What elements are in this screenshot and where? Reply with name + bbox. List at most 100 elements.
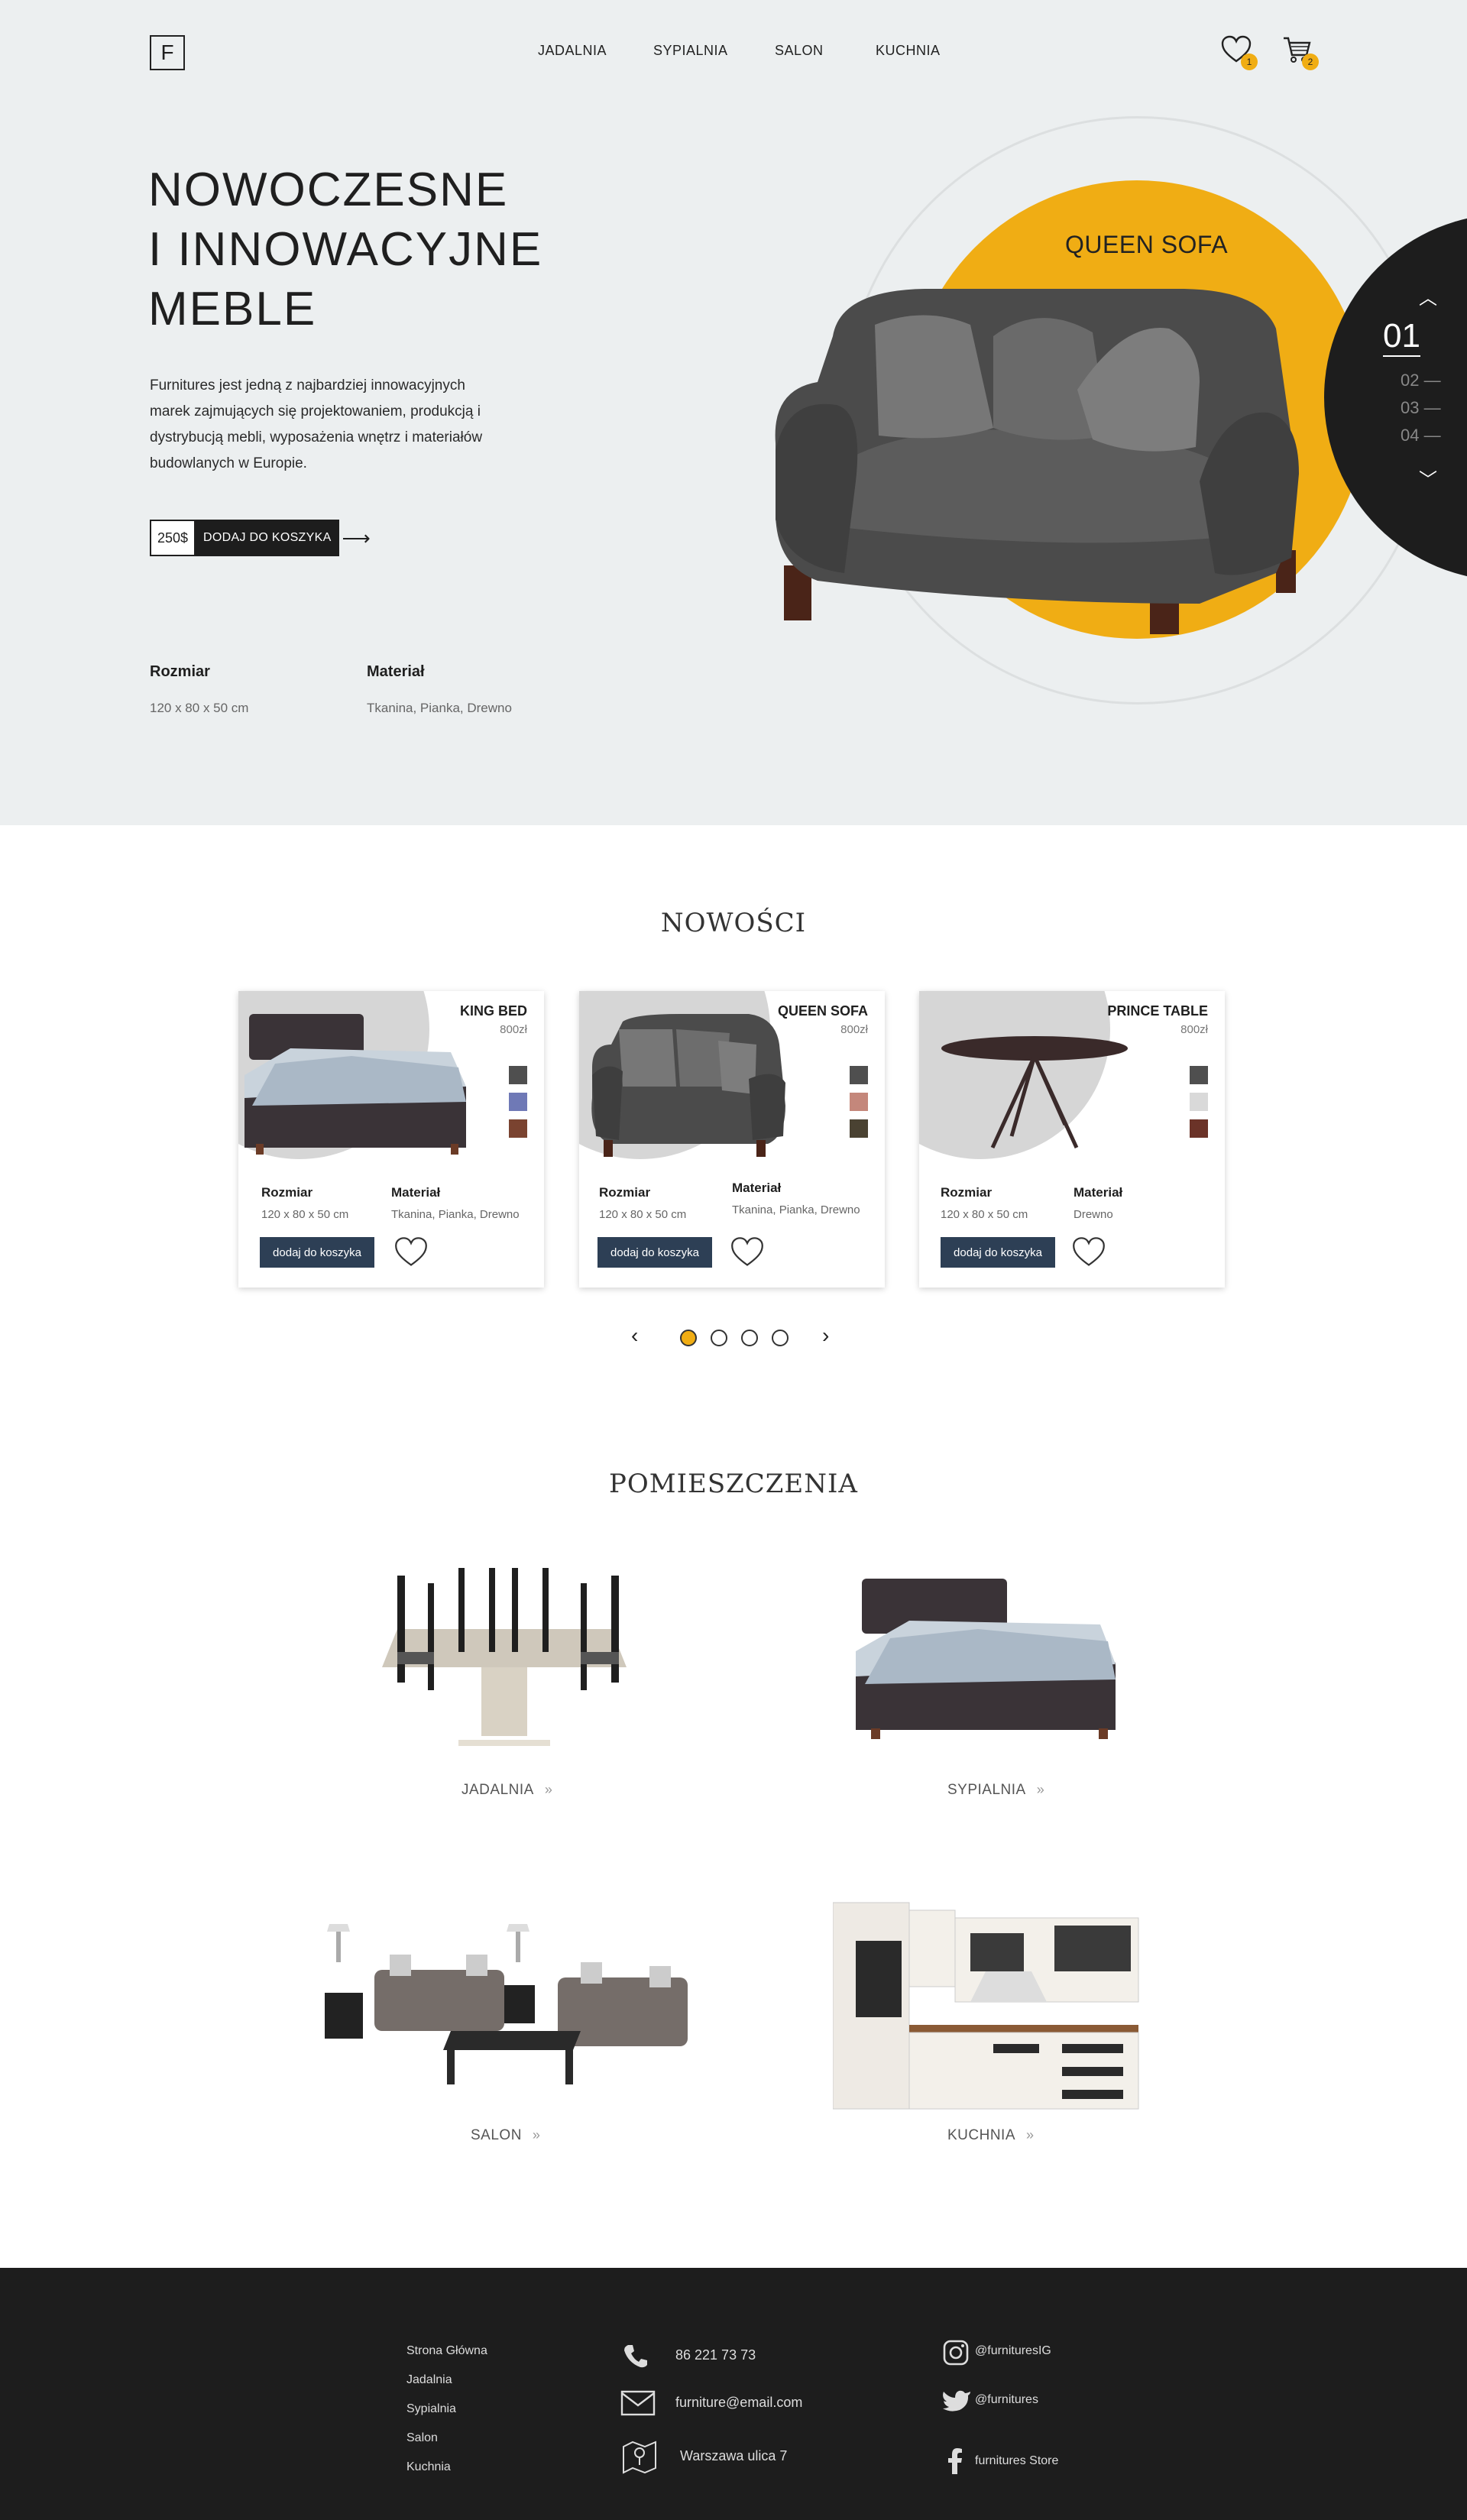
wishlist-count-badge: 1 xyxy=(1241,53,1258,70)
chevron-right-icon[interactable]: › xyxy=(822,1323,829,1348)
product-card-queen-sofa[interactable]: QUEEN SOFA 800zł Rozmiar 120 x 80 x 50 c… xyxy=(579,991,885,1288)
color-swatch[interactable] xyxy=(1190,1093,1208,1111)
material-value: Tkanina, Pianka, Drewno xyxy=(367,701,512,715)
color-swatch[interactable] xyxy=(850,1119,868,1138)
heart-icon[interactable] xyxy=(1072,1236,1106,1269)
card-name: PRINCE TABLE xyxy=(1107,1003,1208,1019)
double-chevron-right-icon: » xyxy=(532,2127,541,2143)
color-swatch[interactable] xyxy=(509,1119,527,1138)
add-to-cart-button[interactable]: dodaj do koszyka xyxy=(260,1237,374,1268)
card-price: 800zł xyxy=(1180,1023,1208,1036)
footer-link-sypialnia[interactable]: Sypialnia xyxy=(406,2402,456,2416)
color-swatch[interactable] xyxy=(850,1066,868,1084)
room-link-sypialnia[interactable]: SYPIALNIA » xyxy=(947,1782,1044,1799)
room-link-kuchnia[interactable]: KUCHNIA » xyxy=(947,2127,1035,2144)
slide-02[interactable]: 02 — xyxy=(1401,371,1441,390)
wishlist-button[interactable]: 1 xyxy=(1221,35,1258,70)
hero-title-line: MEBLE xyxy=(148,283,317,335)
hero-title-line: I INNOWACYJNE xyxy=(148,223,543,276)
pager-dot[interactable] xyxy=(741,1330,758,1346)
cart-count-badge: 2 xyxy=(1302,53,1319,70)
product-card-prince-table[interactable]: PRINCE TABLE 800zł Rozmiar 120 x 80 x 50… xyxy=(919,991,1225,1288)
twitter-icon[interactable] xyxy=(941,2389,972,2415)
slide-number: 02 xyxy=(1401,371,1420,390)
nav-salon[interactable]: SALON xyxy=(775,43,824,59)
footer-link-jadalnia[interactable]: Jadalnia xyxy=(406,2373,452,2387)
footer-address: Warszawa ulica 7 xyxy=(680,2448,788,2463)
hero-description: Furnitures jest jedną z najbardziej inno… xyxy=(150,377,483,471)
footer-instagram[interactable]: @furnituresIG xyxy=(975,2344,1051,2358)
footer-facebook[interactable]: furnitures Store xyxy=(975,2454,1058,2468)
news-title: NOWOŚCI xyxy=(660,908,807,938)
carousel-pager: ‹ › xyxy=(0,1322,1467,1352)
instagram-icon[interactable] xyxy=(943,2340,969,2366)
footer-email[interactable]: furniture@email.com xyxy=(675,2395,802,2411)
footer-link-salon[interactable]: Salon xyxy=(406,2431,438,2445)
add-to-cart-button[interactable]: DODAJ DO KOSZYKA xyxy=(196,520,339,556)
room-label-text: KUCHNIA xyxy=(947,2127,1016,2143)
chevron-up-icon[interactable]: ︿ xyxy=(1419,283,1437,309)
color-swatch[interactable] xyxy=(509,1093,527,1111)
product-card-king-bed[interactable]: KING BED 800zł Rozmiar 120 x 80 x 50 cm … xyxy=(238,991,544,1288)
card-name: KING BED xyxy=(459,1003,527,1019)
card-price: 800zł xyxy=(500,1023,527,1036)
mail-icon xyxy=(620,2390,656,2416)
queen-sofa-image xyxy=(591,1014,785,1157)
slide-04[interactable]: 04 — xyxy=(1401,426,1441,445)
nav-kuchnia[interactable]: KUCHNIA xyxy=(876,43,941,59)
footer-link-home[interactable]: Strona Główna xyxy=(406,2344,487,2358)
living-room-image[interactable] xyxy=(321,1924,688,2092)
footer: Strona Główna Jadalnia Sypialnia Salon K… xyxy=(0,2268,1467,2520)
hero-title-line: NOWOCZESNE xyxy=(148,164,509,216)
slide-03[interactable]: 03 — xyxy=(1401,398,1441,418)
hero-price: 250$ xyxy=(150,520,196,556)
color-swatch[interactable] xyxy=(1190,1119,1208,1138)
queen-sofa-image xyxy=(775,289,1299,634)
double-chevron-right-icon: » xyxy=(544,1782,553,1797)
slide-number: 03 xyxy=(1401,398,1420,417)
room-link-salon[interactable]: SALON » xyxy=(471,2127,540,2144)
double-chevron-right-icon: » xyxy=(1036,1782,1045,1797)
room-label-text: SYPIALNIA xyxy=(947,1782,1026,1798)
size-value: 120 x 80 x 50 cm xyxy=(150,701,249,715)
material-value: Tkanina, Pianka, Drewno xyxy=(732,1203,860,1216)
chevron-down-icon[interactable]: ﹀ xyxy=(1419,465,1437,491)
pager-dot[interactable] xyxy=(772,1330,789,1346)
hero-title: NOWOCZESNE I INNOWACYJNE MEBLE xyxy=(148,160,542,339)
nav-sypialnia[interactable]: SYPIALNIA xyxy=(653,43,728,59)
hero-material: Materiał Tkanina, Pianka, Drewno xyxy=(367,663,512,716)
room-link-jadalnia[interactable]: JADALNIA » xyxy=(461,1782,552,1799)
footer-twitter[interactable]: @furnitures xyxy=(975,2393,1038,2407)
material-label: Materiał xyxy=(1074,1185,1123,1200)
size-label: Rozmiar xyxy=(150,663,210,680)
dining-room-image[interactable] xyxy=(367,1568,642,1751)
color-swatch[interactable] xyxy=(1190,1066,1208,1084)
add-to-cart-button[interactable]: dodaj do koszyka xyxy=(941,1237,1055,1268)
color-swatch[interactable] xyxy=(509,1066,527,1084)
heart-icon[interactable] xyxy=(730,1236,764,1269)
pager-dot-active[interactable] xyxy=(680,1330,697,1346)
slide-current[interactable]: 01 xyxy=(1383,317,1420,357)
chevron-left-icon[interactable]: ‹ xyxy=(631,1323,638,1348)
card-price: 800zł xyxy=(840,1023,868,1036)
pager-dot[interactable] xyxy=(711,1330,727,1346)
map-pin-icon xyxy=(623,2441,656,2474)
arrow-right-icon[interactable]: ⟶ xyxy=(342,526,371,550)
king-bed-image xyxy=(244,1014,466,1155)
material-label: Materiał xyxy=(732,1181,782,1195)
size-label: Rozmiar xyxy=(941,1185,993,1200)
size-label: Rozmiar xyxy=(599,1185,651,1200)
nav-jadalnia[interactable]: JADALNIA xyxy=(538,43,607,59)
heart-icon[interactable] xyxy=(394,1236,428,1269)
footer-link-kuchnia[interactable]: Kuchnia xyxy=(406,2460,451,2474)
footer-phone[interactable]: 86 221 73 73 xyxy=(675,2347,756,2363)
bedroom-image[interactable] xyxy=(856,1579,1116,1739)
hero-section: F JADALNIA SYPIALNIA SALON KUCHNIA 1 2 N… xyxy=(0,0,1467,825)
cart-button[interactable]: 2 xyxy=(1282,35,1319,70)
kitchen-image[interactable] xyxy=(833,1895,1146,2117)
material-label: Materiał xyxy=(391,1185,441,1200)
hero-buy: 250$ DODAJ DO KOSZYKA ⟶ xyxy=(150,520,371,556)
facebook-icon[interactable] xyxy=(947,2448,963,2474)
color-swatch[interactable] xyxy=(850,1093,868,1111)
add-to-cart-button[interactable]: dodaj do koszyka xyxy=(597,1237,712,1268)
